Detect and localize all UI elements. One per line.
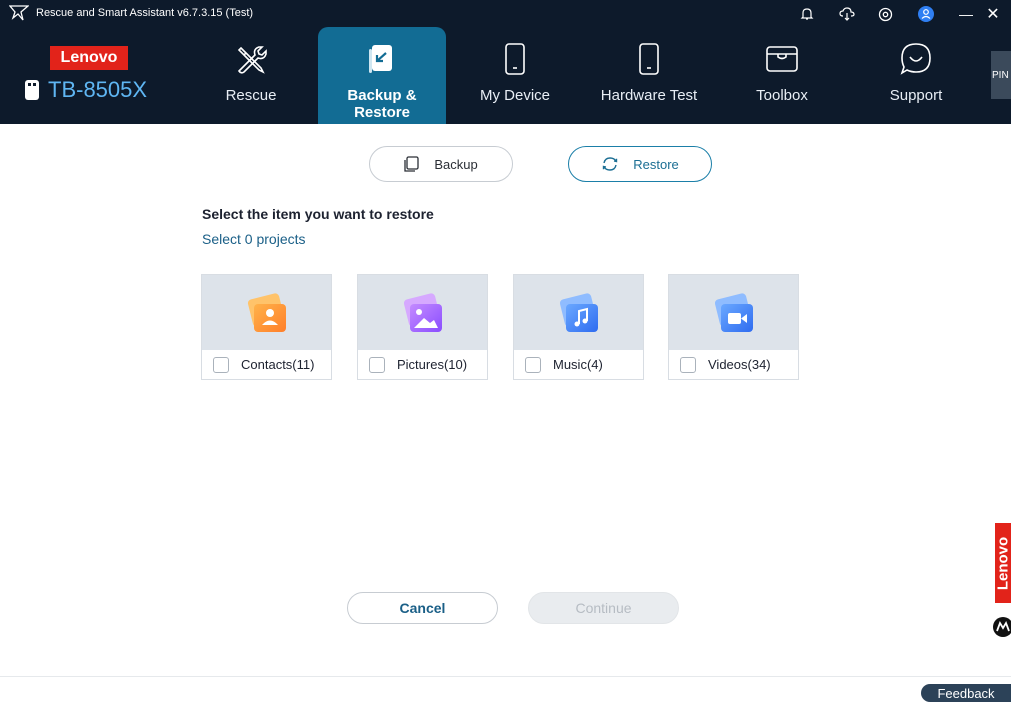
tab-rescue[interactable]: Rescue bbox=[187, 27, 315, 124]
copy-icon bbox=[404, 156, 419, 172]
refresh-icon bbox=[603, 157, 618, 171]
backup-mode-label: Backup bbox=[434, 156, 478, 172]
app-logo-icon bbox=[9, 5, 29, 21]
pictures-thumbnail bbox=[358, 275, 487, 350]
pictures-icon bbox=[403, 292, 442, 332]
continue-button[interactable]: Continue bbox=[528, 592, 679, 624]
footer-divider bbox=[0, 676, 1011, 677]
tablet-icon bbox=[639, 43, 659, 75]
toolbox-icon bbox=[766, 46, 798, 72]
window-title: Rescue and Smart Assistant v6.7.3.15 (Te… bbox=[36, 7, 254, 19]
cancel-button[interactable]: Cancel bbox=[347, 592, 498, 624]
contacts-checkbox[interactable] bbox=[213, 356, 229, 373]
close-icon[interactable]: ✕ bbox=[983, 4, 1003, 24]
pin-button[interactable]: PIN bbox=[991, 51, 1011, 99]
title-bar: Rescue and Smart Assistant v6.7.3.15 (Te… bbox=[0, 0, 1011, 27]
videos-label: Videos(34) bbox=[708, 357, 771, 372]
tab-support-label: Support bbox=[889, 87, 943, 104]
chat-icon bbox=[900, 43, 931, 75]
restore-mode-label: Restore bbox=[633, 156, 679, 172]
restore-mode-button[interactable]: Restore bbox=[568, 146, 712, 182]
tools-icon bbox=[237, 46, 267, 74]
videos-thumbnail bbox=[669, 275, 798, 350]
music-checkbox[interactable] bbox=[525, 356, 541, 373]
restore-item-contacts[interactable]: Contacts(11) bbox=[201, 274, 332, 380]
device-name: TB-8505X bbox=[48, 77, 148, 102]
selection-count: Select 0 projects bbox=[202, 231, 306, 247]
side-lenovo-badge[interactable]: Lenovo bbox=[995, 523, 1011, 603]
backup-mode-button[interactable]: Backup bbox=[369, 146, 513, 182]
motorola-icon[interactable] bbox=[992, 616, 1011, 638]
feedback-button[interactable]: Feedback bbox=[921, 684, 1011, 702]
videos-checkbox[interactable] bbox=[680, 356, 696, 373]
music-thumbnail bbox=[514, 275, 643, 350]
tab-backup-restore[interactable]: Backup & Restore bbox=[318, 27, 446, 124]
restore-item-music[interactable]: Music(4) bbox=[513, 274, 644, 380]
tab-toolbox[interactable]: Toolbox bbox=[718, 27, 846, 124]
restore-item-pictures[interactable]: Pictures(10) bbox=[357, 274, 488, 380]
cloud-download-icon[interactable] bbox=[837, 4, 857, 24]
tablet-icon bbox=[505, 43, 525, 75]
side-lenovo-label: Lenovo bbox=[995, 536, 1011, 591]
minimize-icon[interactable]: — bbox=[956, 4, 976, 24]
tab-support[interactable]: Support bbox=[852, 27, 980, 124]
music-icon bbox=[559, 292, 598, 332]
videos-icon bbox=[714, 292, 753, 332]
tab-backup-restore-label: Backup & Restore bbox=[347, 87, 417, 121]
music-label: Music(4) bbox=[553, 357, 603, 372]
bell-icon[interactable] bbox=[797, 4, 817, 24]
backup-restore-icon bbox=[369, 45, 392, 73]
connected-device: TB-8505X bbox=[24, 77, 147, 103]
tab-my-device[interactable]: My Device bbox=[451, 27, 579, 124]
settings-icon[interactable] bbox=[875, 4, 895, 24]
main-nav: Lenovo TB-8505X Rescue Backup & Restore bbox=[0, 27, 1011, 124]
pictures-label: Pictures(10) bbox=[397, 357, 468, 372]
lenovo-logo: Lenovo bbox=[50, 46, 128, 70]
restore-item-videos[interactable]: Videos(34) bbox=[668, 274, 799, 380]
section-title: Select the item you want to restore bbox=[202, 206, 434, 222]
tab-hardware-test[interactable]: Hardware Test bbox=[585, 27, 713, 124]
user-icon[interactable] bbox=[916, 4, 936, 24]
contacts-label: Contacts(11) bbox=[241, 357, 315, 372]
app-window: Rescue and Smart Assistant v6.7.3.15 (Te… bbox=[0, 0, 1011, 707]
contacts-icon bbox=[247, 292, 286, 332]
tab-my-device-label: My Device bbox=[479, 87, 550, 104]
contacts-thumbnail bbox=[202, 275, 331, 350]
pictures-checkbox[interactable] bbox=[369, 356, 385, 373]
tab-rescue-label: Rescue bbox=[225, 87, 277, 104]
tab-toolbox-label: Toolbox bbox=[756, 87, 808, 104]
usb-icon bbox=[25, 80, 39, 100]
tab-hardware-test-label: Hardware Test bbox=[600, 87, 698, 104]
